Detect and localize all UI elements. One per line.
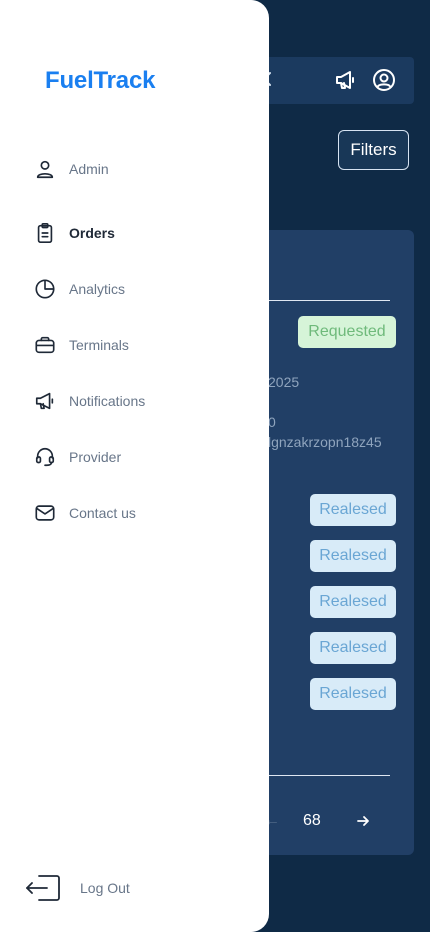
user-icon <box>36 160 54 179</box>
drawer-item-label: Admin <box>69 161 109 177</box>
status-badge-requested: Requested <box>298 316 396 348</box>
megaphone-icon[interactable] <box>333 68 357 92</box>
card-divider <box>260 300 390 301</box>
side-drawer: FuelTrack Admin Orders Analytics Termina… <box>0 0 269 932</box>
status-badge-released: Realesed <box>310 678 396 710</box>
mail-icon <box>35 505 55 521</box>
order-value: 0 <box>268 414 276 430</box>
drawer-item-label: Analytics <box>69 281 126 297</box>
drawer-item-label: Contact us <box>69 505 136 521</box>
drawer-item-label: Terminals <box>69 337 129 353</box>
user-circle-icon[interactable] <box>372 68 396 92</box>
drawer-item-terminals[interactable]: Terminals <box>34 333 129 357</box>
drawer-item-analytics[interactable]: Analytics <box>34 277 125 301</box>
logout-label: Log Out <box>80 880 130 896</box>
arrow-right-icon[interactable] <box>355 813 371 829</box>
megaphone-icon <box>35 392 54 410</box>
card-divider <box>260 775 390 776</box>
briefcase-icon <box>35 336 55 354</box>
clipboard-icon <box>37 223 53 243</box>
pie-chart-icon <box>35 279 55 299</box>
drawer-item-label: Orders <box>69 225 115 241</box>
drawer-item-orders[interactable]: Orders <box>34 221 115 245</box>
drawer-item-notifications[interactable]: Notifications <box>34 389 145 413</box>
logout-button[interactable]: Log Out <box>26 874 130 902</box>
drawer-item-provider[interactable]: Provider <box>34 445 121 469</box>
filters-button[interactable]: Filters <box>338 130 409 170</box>
drawer-item-admin[interactable]: Admin <box>34 157 109 181</box>
drawer-item-contact[interactable]: Contact us <box>34 501 136 525</box>
status-badge-released: Realesed <box>310 586 396 618</box>
status-badge-released: Realesed <box>310 632 396 664</box>
status-badge-released: Realesed <box>310 494 396 526</box>
status-badge-released: Realesed <box>310 540 396 572</box>
order-date: 2025 <box>268 374 300 390</box>
page-number: 68 <box>303 812 321 829</box>
drawer-item-label: Notifications <box>69 393 146 409</box>
order-id: lgnzakrzopn18z45 <box>268 434 382 450</box>
headset-icon <box>35 447 55 467</box>
drawer-item-label: Provider <box>69 449 122 465</box>
brand-logo: FuelTrack <box>45 67 156 94</box>
logout-icon <box>26 875 60 901</box>
